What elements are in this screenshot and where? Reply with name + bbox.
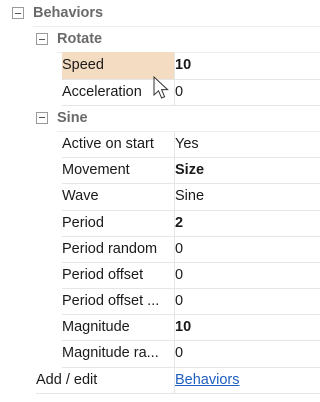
property-value[interactable]: 10 — [174, 52, 320, 80]
category-label: Behaviors — [33, 0, 320, 28]
property-row-period[interactable]: Period 2 — [0, 209, 320, 237]
property-row-magnitude[interactable]: Magnitude 10 — [0, 314, 320, 342]
property-value[interactable]: 0 — [174, 235, 320, 263]
property-value[interactable]: 0 — [174, 288, 320, 316]
property-row-speed[interactable]: Speed 10 — [0, 52, 320, 80]
category-rotate[interactable]: Rotate — [0, 26, 320, 54]
collapse-icon[interactable] — [36, 33, 48, 46]
property-row-active-on-start[interactable]: Active on start Yes — [0, 130, 320, 159]
category-sine[interactable]: Sine — [0, 105, 320, 132]
collapse-icon[interactable] — [36, 111, 48, 124]
property-value[interactable]: Sine — [174, 183, 320, 211]
property-name: Movement — [62, 157, 174, 185]
add-edit-label: Add / edit — [36, 367, 174, 394]
add-edit-row: Add / edit Behaviors — [0, 366, 320, 394]
property-name: Period offset — [62, 262, 174, 290]
property-name: Active on start — [62, 131, 174, 159]
property-value[interactable]: Yes — [174, 130, 320, 159]
category-label: Sine — [57, 105, 320, 132]
property-name: Wave — [62, 183, 174, 211]
property-value[interactable]: 2 — [174, 209, 320, 237]
property-row-period-offset-random[interactable]: Period offset ... 0 — [0, 288, 320, 316]
property-value[interactable]: 10 — [174, 314, 320, 342]
property-value[interactable]: 0 — [174, 261, 320, 290]
property-name: Speed — [62, 52, 174, 80]
property-name: Period — [62, 210, 174, 237]
property-value[interactable]: 0 — [174, 340, 320, 368]
category-label: Rotate — [57, 26, 320, 54]
properties-grid: Behaviors Rotate Speed 10 Acceleration 0… — [0, 0, 320, 394]
property-row-magnitude-random[interactable]: Magnitude ra... 0 — [0, 340, 320, 368]
property-name: Period random — [62, 236, 174, 263]
property-name: Period offset ... — [62, 288, 174, 316]
property-name: Magnitude ra... — [62, 340, 174, 368]
collapse-icon[interactable] — [12, 7, 24, 19]
property-name: Acceleration — [62, 79, 174, 106]
property-value[interactable]: 0 — [174, 78, 320, 106]
property-row-wave[interactable]: Wave Sine — [0, 183, 320, 211]
property-row-acceleration[interactable]: Acceleration 0 — [0, 78, 320, 106]
property-name: Magnitude — [62, 314, 174, 342]
category-behaviors[interactable]: Behaviors — [0, 0, 320, 28]
behaviors-link[interactable]: Behaviors — [175, 372, 239, 388]
property-value[interactable]: Size — [174, 157, 320, 185]
property-row-period-random[interactable]: Period random 0 — [0, 235, 320, 263]
property-row-movement[interactable]: Movement Size — [0, 157, 320, 185]
property-row-period-offset[interactable]: Period offset 0 — [0, 261, 320, 290]
